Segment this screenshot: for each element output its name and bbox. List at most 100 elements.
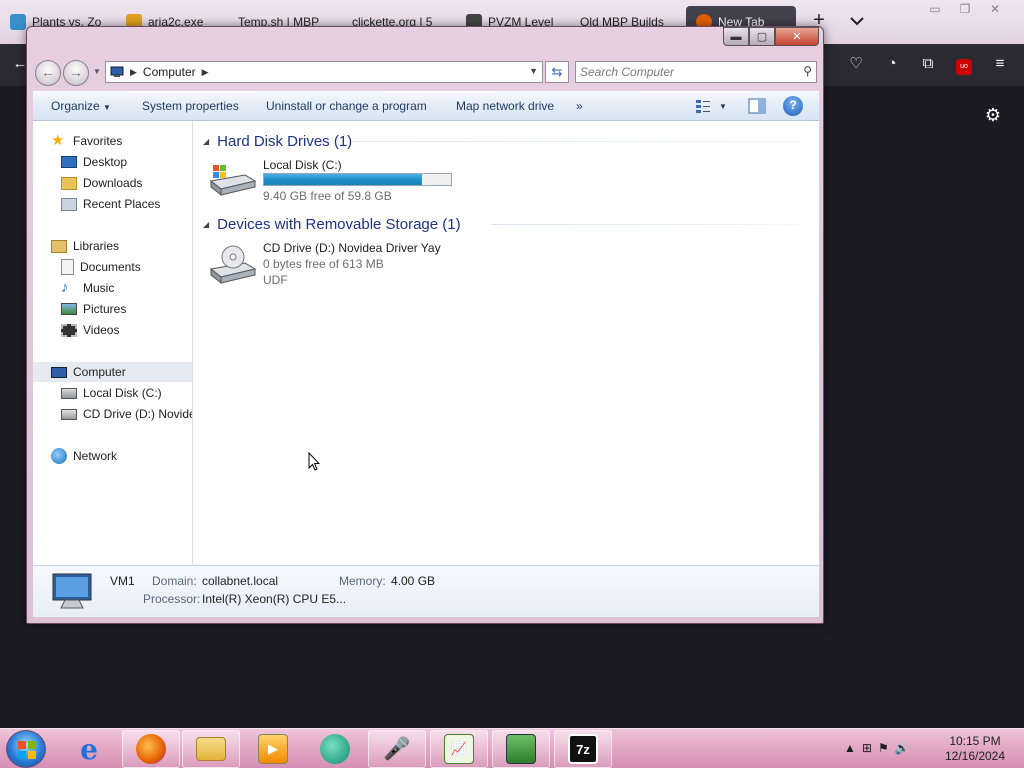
group-header-removable[interactable]: ◢ Devices with Removable Storage (1) bbox=[203, 214, 461, 234]
drive-c-usage-bar bbox=[263, 173, 452, 186]
drive-c-name[interactable]: Local Disk (C:) bbox=[263, 158, 342, 172]
nav-label: Music bbox=[83, 281, 115, 295]
minimize-button[interactable]: ▬ bbox=[723, 27, 749, 46]
nav-favorites[interactable]: ★ Favorites bbox=[33, 131, 192, 151]
notepad-chart-icon: 📈 bbox=[444, 734, 474, 764]
videos-film-icon bbox=[61, 323, 77, 337]
computer-name: VM1 bbox=[110, 574, 135, 588]
organize-button[interactable]: Organize ▼ bbox=[51, 99, 111, 113]
extensions-puzzle-icon[interactable]: ⧉ bbox=[918, 54, 938, 74]
processor-value: Intel(R) Xeon(R) CPU E5... bbox=[202, 592, 347, 606]
search-box[interactable]: ⚲ bbox=[575, 61, 817, 83]
taskbar: e ▶ 🎤 📈 7z ▲ ⊞ ⚑ 🔊 10:15 PM 12/16/2024 bbox=[0, 728, 1024, 768]
clock-date: 12/16/2024 bbox=[944, 749, 1006, 763]
account-icon[interactable]: ◔ bbox=[882, 54, 902, 74]
nav-pictures[interactable]: Pictures bbox=[33, 299, 192, 319]
system-tray: ▲ ⊞ ⚑ 🔊 bbox=[844, 741, 910, 755]
uninstall-program-button[interactable]: Uninstall or change a program bbox=[266, 99, 427, 113]
cd-drive-icon bbox=[209, 245, 257, 285]
nav-label: Pictures bbox=[83, 302, 127, 316]
music-note-icon: ♪ bbox=[61, 279, 69, 296]
breadcrumb-computer[interactable]: Computer bbox=[143, 65, 196, 79]
seven-zip-icon: 7z bbox=[568, 734, 598, 764]
preview-pane-icon[interactable] bbox=[747, 96, 767, 116]
nav-cd-drive[interactable]: CD Drive (D:) Novidea Driver Yay bbox=[33, 404, 192, 424]
computer-icon bbox=[110, 66, 124, 77]
tab-list-chevron-icon[interactable] bbox=[846, 10, 868, 32]
forward-button[interactable]: → bbox=[63, 60, 89, 86]
volume-speaker-icon[interactable]: 🔊 bbox=[895, 741, 910, 755]
taskbar-firefox[interactable] bbox=[122, 730, 180, 768]
search-input[interactable] bbox=[580, 64, 790, 80]
nav-computer[interactable]: Computer bbox=[33, 362, 192, 382]
close-button[interactable]: ✕ bbox=[775, 27, 819, 46]
network-card-icon bbox=[506, 734, 536, 764]
chevron-down-icon: ▼ bbox=[103, 103, 111, 112]
nav-network[interactable]: Network bbox=[33, 446, 192, 466]
more-commands-button[interactable]: » bbox=[576, 99, 583, 113]
navigation-pane: ★ Favorites Desktop Downloads Recent Pla… bbox=[33, 121, 193, 565]
address-row: ← → ▼ ▶ Computer ▶ ▼ ⇆ ⚲ bbox=[33, 59, 817, 86]
address-bar[interactable]: ▶ Computer ▶ ▼ bbox=[105, 61, 543, 83]
collapse-triangle-icon[interactable]: ◢ bbox=[203, 137, 209, 146]
minimize-icon[interactable]: ▭ bbox=[920, 0, 950, 18]
nav-label: Videos bbox=[83, 323, 120, 337]
nav-desktop[interactable]: Desktop bbox=[33, 152, 192, 172]
taskbar-media-player[interactable]: ▶ bbox=[244, 730, 302, 768]
group-divider bbox=[353, 141, 803, 142]
system-properties-button[interactable]: System properties bbox=[142, 99, 239, 113]
nav-label: Network bbox=[73, 449, 118, 463]
taskbar-internet-explorer[interactable]: e bbox=[60, 730, 118, 768]
help-button[interactable]: ? bbox=[783, 96, 803, 116]
nav-label: Desktop bbox=[83, 155, 128, 169]
restore-icon[interactable]: ❐ bbox=[950, 0, 980, 18]
search-icon[interactable]: ⚲ bbox=[803, 64, 812, 78]
taskbar-network-card-app[interactable] bbox=[492, 730, 550, 768]
refresh-button[interactable]: ⇆ bbox=[545, 61, 569, 83]
map-network-drive-button[interactable]: Map network drive bbox=[456, 99, 554, 113]
maximize-button[interactable]: ▢ bbox=[749, 27, 775, 46]
taskbar-windows-explorer[interactable] bbox=[182, 730, 240, 768]
nav-local-disk[interactable]: Local Disk (C:) bbox=[33, 383, 192, 403]
taskbar-browser-globe[interactable] bbox=[306, 730, 364, 768]
menu-hamburger-icon[interactable]: ≡ bbox=[990, 54, 1010, 74]
processor-label: Processor: bbox=[143, 592, 201, 606]
firefox-icon bbox=[136, 734, 166, 764]
recent-pages-dropdown-icon[interactable]: ▼ bbox=[93, 67, 101, 76]
nav-label: Libraries bbox=[73, 239, 120, 253]
back-button[interactable]: ← bbox=[35, 60, 61, 86]
taskbar-7-zip[interactable]: 7z bbox=[554, 730, 612, 768]
breadcrumb-separator-icon[interactable]: ▶ bbox=[202, 67, 209, 78]
ublock-icon[interactable]: uo bbox=[954, 54, 974, 75]
collapse-triangle-icon[interactable]: ◢ bbox=[203, 220, 209, 229]
network-tray-icon[interactable]: ⊞ bbox=[862, 741, 872, 755]
view-options-chevron-icon[interactable]: ▼ bbox=[719, 102, 727, 111]
mouse-cursor-icon bbox=[308, 452, 320, 471]
nav-recent-places[interactable]: Recent Places bbox=[33, 194, 192, 214]
breadcrumb-separator-icon[interactable]: ▶ bbox=[130, 67, 137, 78]
nav-downloads[interactable]: Downloads bbox=[33, 173, 192, 193]
show-hidden-icons-arrow-icon[interactable]: ▲ bbox=[844, 741, 856, 755]
settings-gear-icon[interactable]: ⚙ bbox=[982, 104, 1004, 126]
taskbar-notepad-chart-app[interactable]: 📈 bbox=[430, 730, 488, 768]
change-view-icon[interactable] bbox=[693, 96, 713, 116]
nav-libraries[interactable]: Libraries bbox=[33, 236, 192, 256]
nav-label: Documents bbox=[80, 260, 141, 274]
action-center-flag-icon[interactable]: ⚑ bbox=[878, 741, 889, 755]
content-pane: ◢ Hard Disk Drives (1) Local Disk (C:) 9… bbox=[193, 121, 819, 565]
pocket-icon[interactable]: ♡ bbox=[846, 54, 866, 74]
nav-music[interactable]: ♪ Music bbox=[33, 278, 192, 298]
start-button[interactable] bbox=[6, 730, 46, 768]
drive-d-free-space: 0 bytes free of 613 MB bbox=[263, 257, 384, 271]
address-dropdown-icon[interactable]: ▼ bbox=[529, 66, 538, 76]
drive-d-name[interactable]: CD Drive (D:) Novidea Driver Yay bbox=[263, 241, 441, 255]
group-header-hard-disks[interactable]: ◢ Hard Disk Drives (1) bbox=[203, 131, 352, 151]
nav-documents[interactable]: Documents bbox=[33, 257, 192, 277]
close-icon[interactable]: ✕ bbox=[980, 0, 1010, 18]
computer-monitor-icon bbox=[52, 573, 92, 609]
system-clock[interactable]: 10:15 PM 12/16/2024 bbox=[940, 734, 1010, 764]
nav-label: Downloads bbox=[83, 176, 143, 190]
nav-videos[interactable]: Videos bbox=[33, 320, 192, 340]
taskbar-microphone-app[interactable]: 🎤 bbox=[368, 730, 426, 768]
documents-icon bbox=[61, 259, 74, 275]
